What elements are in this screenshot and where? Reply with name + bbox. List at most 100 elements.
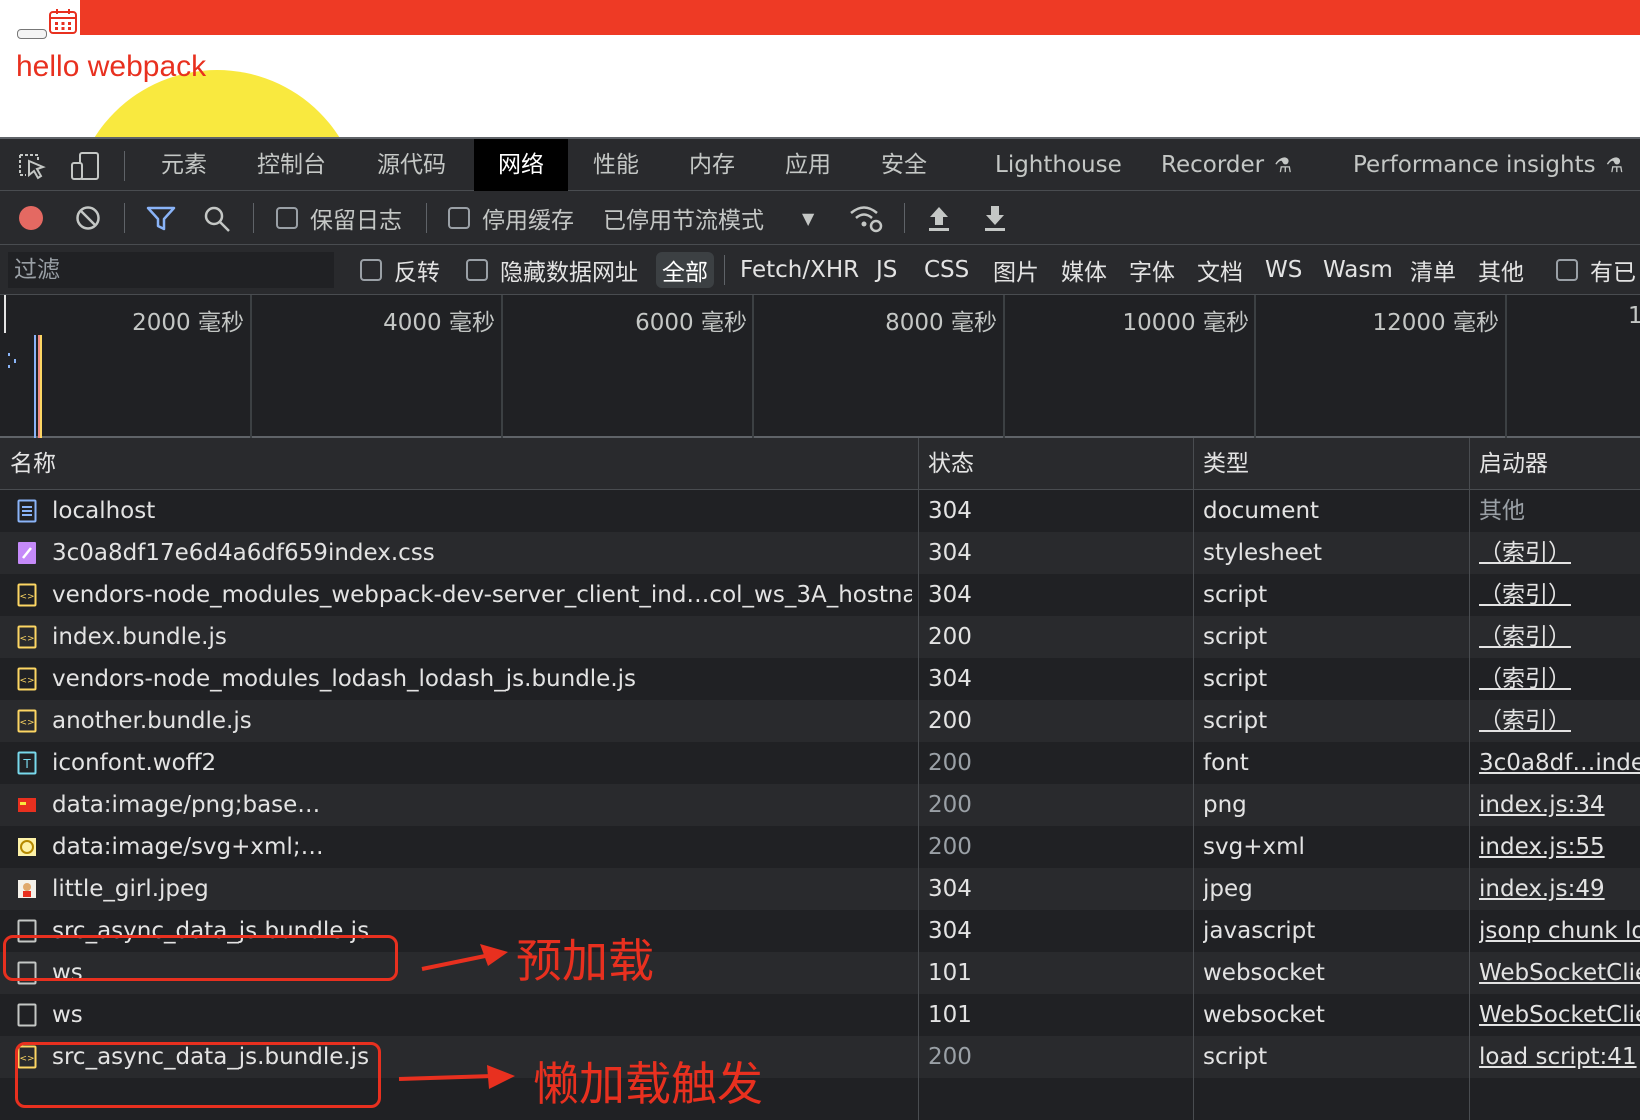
request-status: 200: [928, 624, 972, 650]
column-divider[interactable]: [1469, 438, 1470, 1120]
filter-type-all[interactable]: 全部: [656, 252, 714, 288]
request-status: 304: [928, 498, 972, 524]
column-divider[interactable]: [1193, 438, 1194, 1120]
initiator-link[interactable]: 3c0a8df…index: [1479, 742, 1640, 784]
initiator-link[interactable]: （索引）: [1479, 700, 1640, 742]
svg-text:<>: <>: [19, 718, 34, 728]
initiator-link[interactable]: WebSocketClie: [1479, 952, 1640, 994]
preserve-log-checkbox[interactable]: 保留日志: [276, 191, 402, 245]
network-conditions-icon[interactable]: [848, 203, 884, 233]
tab-security[interactable]: 安全: [881, 139, 927, 191]
table-body: localhost 304 document 其他 3c0a8df17e6d4a…: [0, 490, 1640, 1078]
table-row[interactable]: data:image/svg+xml;… 200 svg+xml index.j…: [0, 826, 1640, 868]
request-status: 101: [928, 960, 972, 986]
filter-type-img[interactable]: 图片: [993, 245, 1039, 295]
filter-type-media[interactable]: 媒体: [1061, 245, 1107, 295]
network-request-table: 名称 状态 类型 启动器 localhost 304 document 其他 3…: [0, 438, 1640, 1120]
table-row[interactable]: little_girl.jpeg 304 jpeg index.js:49: [0, 868, 1640, 910]
filter-type-wasm[interactable]: Wasm: [1323, 245, 1393, 295]
tab-performance-insights[interactable]: Performance insights ⚗: [1353, 139, 1624, 191]
tab-console[interactable]: 控制台: [257, 139, 326, 191]
filter-type-other[interactable]: 其他: [1478, 245, 1524, 295]
table-row[interactable]: <> index.bundle.js 200 script （索引）: [0, 616, 1640, 658]
network-overview-timeline[interactable]: 2000 毫秒 4000 毫秒 6000 毫秒 8000 毫秒 10000 毫秒…: [0, 295, 1640, 438]
table-row[interactable]: ws 101 websocket WebSocketClie: [0, 994, 1640, 1036]
device-toolbar-icon[interactable]: [70, 151, 102, 181]
initiator-link[interactable]: WebSocketClie: [1479, 994, 1640, 1036]
tab-lighthouse[interactable]: Lighthouse: [995, 139, 1122, 191]
prefetch-arrow: [421, 944, 508, 971]
network-toolbar: 保留日志 停用缓存 已停用节流模式 ▼: [0, 191, 1640, 245]
initiator-link[interactable]: （索引）: [1479, 616, 1640, 658]
record-icon[interactable]: [18, 205, 44, 231]
tab-performance-insights-label: Performance insights: [1353, 152, 1596, 178]
stylesheet-icon: [18, 542, 36, 564]
lazy-load-annotation: 懒加载触发: [533, 1057, 763, 1111]
has-blocked-cookies-checkbox[interactable]: 有已: [1556, 245, 1636, 295]
import-har-icon[interactable]: [926, 203, 952, 233]
column-header-name[interactable]: 名称: [0, 438, 56, 490]
tab-recorder[interactable]: Recorder ⚗: [1161, 139, 1292, 191]
tab-application[interactable]: 应用: [785, 139, 831, 191]
request-type: document: [1203, 498, 1320, 524]
filter-type-doc[interactable]: 文档: [1197, 245, 1243, 295]
tab-performance[interactable]: 性能: [593, 139, 639, 191]
timeline-tick-label: 4000 毫秒: [383, 310, 495, 336]
table-row[interactable]: data:image/png;base… 200 png index.js:34: [0, 784, 1640, 826]
request-status: 200: [928, 792, 972, 818]
red-header-bar: [80, 0, 1640, 35]
initiator-link[interactable]: index.js:55: [1479, 826, 1640, 868]
table-row[interactable]: <> vendors-node_modules_lodash_lodash_js…: [0, 658, 1640, 700]
hide-data-urls-label: 隐藏数据网址: [500, 260, 638, 286]
tab-sources[interactable]: 源代码: [377, 139, 446, 191]
initiator-link[interactable]: load script:41: [1479, 1036, 1640, 1078]
preserve-log-label: 保留日志: [310, 208, 402, 234]
request-type: websocket: [1203, 1002, 1325, 1028]
request-status: 101: [928, 1002, 972, 1028]
page-button[interactable]: [17, 29, 47, 39]
column-header-status[interactable]: 状态: [918, 438, 974, 490]
column-divider[interactable]: [918, 438, 919, 1120]
filter-input[interactable]: [8, 252, 334, 288]
request-status: 304: [928, 666, 972, 692]
clear-icon[interactable]: [75, 205, 101, 231]
disable-cache-checkbox[interactable]: 停用缓存: [448, 191, 574, 245]
column-header-initiator[interactable]: 启动器: [1469, 438, 1548, 490]
request-status: 200: [928, 1044, 972, 1070]
initiator-link[interactable]: （索引）: [1479, 574, 1640, 616]
table-row[interactable]: <> another.bundle.js 200 script （索引）: [0, 700, 1640, 742]
tab-elements[interactable]: 元素: [161, 139, 207, 191]
hide-data-urls-checkbox[interactable]: 隐藏数据网址: [466, 245, 638, 295]
filter-type-font[interactable]: 字体: [1129, 245, 1175, 295]
table-row[interactable]: T iconfont.woff2 200 font 3c0a8df…index: [0, 742, 1640, 784]
filter-type-manifest[interactable]: 清单: [1410, 245, 1456, 295]
filter-separator: [724, 255, 725, 285]
invert-checkbox[interactable]: 反转: [360, 245, 440, 295]
export-har-icon[interactable]: [982, 203, 1008, 233]
filter-type-js[interactable]: JS: [876, 245, 897, 295]
tab-memory[interactable]: 内存: [689, 139, 735, 191]
table-row[interactable]: <> vendors-node_modules_webpack-dev-serv…: [0, 574, 1640, 616]
request-name: little_girl.jpeg: [52, 876, 209, 902]
table-row[interactable]: 3c0a8df17e6d4a6df659index.css 304 styles…: [0, 532, 1640, 574]
tab-network[interactable]: 网络: [474, 139, 568, 191]
column-header-type[interactable]: 类型: [1193, 438, 1249, 490]
filter-type-fetch-xhr[interactable]: Fetch/XHR: [740, 245, 859, 295]
svg-text:T: T: [22, 757, 31, 771]
table-row[interactable]: localhost 304 document 其他: [0, 490, 1640, 532]
timeline-gridline: [752, 295, 754, 438]
initiator-link[interactable]: jsonp chunk loa: [1479, 910, 1640, 952]
initiator-link[interactable]: （索引）: [1479, 532, 1640, 574]
toolbar-separator: [124, 203, 125, 233]
timeline-gridline: [1505, 295, 1507, 438]
filter-icon[interactable]: [146, 205, 176, 231]
inspect-element-icon[interactable]: [16, 151, 48, 181]
initiator-link[interactable]: index.js:49: [1479, 868, 1640, 910]
timeline-tick-label: 1: [1628, 303, 1640, 329]
throttling-select[interactable]: 已停用节流模式 ▼: [603, 191, 814, 245]
initiator-link[interactable]: （索引）: [1479, 658, 1640, 700]
initiator-link[interactable]: index.js:34: [1479, 784, 1640, 826]
search-icon[interactable]: [203, 205, 231, 233]
filter-type-ws[interactable]: WS: [1265, 245, 1302, 295]
filter-type-css[interactable]: CSS: [924, 245, 969, 295]
